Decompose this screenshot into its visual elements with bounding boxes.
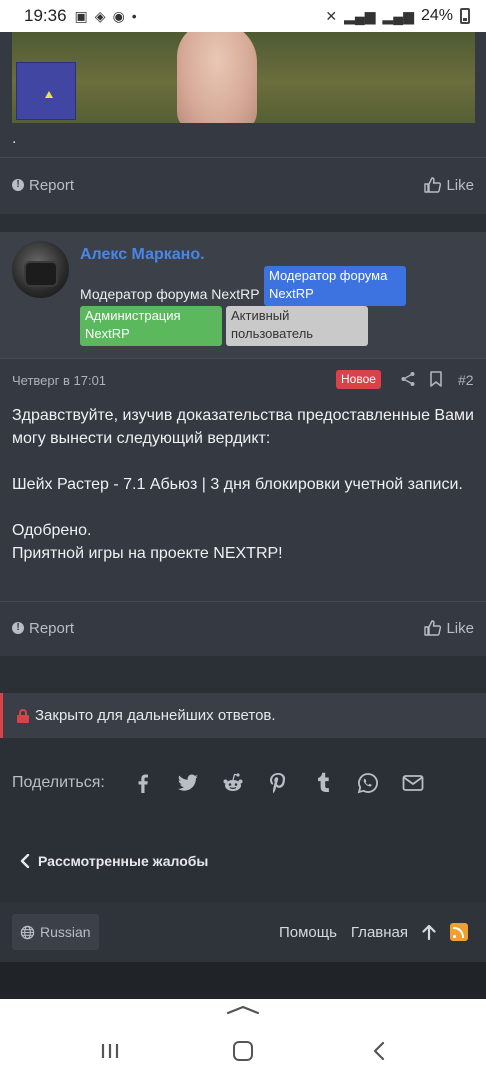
discord-notification-icon: ◉ — [112, 7, 125, 24]
post-body-text: Здравствуйте, изучив доказательства пред… — [12, 407, 474, 562]
globe-icon — [20, 925, 35, 939]
breadcrumb-back-link[interactable]: Рассмотренные жалобы — [20, 853, 208, 869]
footer-links: Помощь Главная — [279, 914, 468, 950]
status-bar: 19:36 ▣ ◈ ◉ • ✕ ▂▄▆ ▂▄▆ 24% — [0, 0, 486, 32]
whatsapp-icon — [358, 773, 379, 794]
email-icon — [402, 775, 424, 791]
closed-notice-text: Закрыто для дальнейших ответов. — [35, 707, 276, 724]
share-tumblr-button[interactable] — [301, 766, 346, 800]
android-navigation-bar — [0, 999, 486, 1080]
divider — [0, 157, 486, 158]
notification-icons: ▣ ◈ ◉ • — [75, 8, 137, 25]
help-link[interactable]: Помощь — [279, 924, 337, 941]
footer-bottom-bar — [0, 962, 486, 999]
more-notifications-icon: • — [131, 8, 137, 24]
post-date[interactable]: Четверг в 17:01 — [12, 373, 106, 388]
share-bar: Поделиться: — [12, 766, 436, 800]
reddit-icon — [223, 773, 243, 791]
recent-apps-icon[interactable] — [100, 1042, 120, 1060]
post-reply: Алекс Маркано. Модератор форума NextRP М… — [0, 232, 486, 656]
alert-icon: ! — [12, 179, 24, 191]
post-number-link[interactable]: #2 — [458, 372, 474, 388]
game-screenshot-image[interactable] — [12, 32, 475, 123]
twitter-icon — [178, 774, 199, 791]
share-facebook-button[interactable] — [121, 766, 166, 800]
active-user-badge: Активный пользователь — [226, 306, 368, 346]
language-selector[interactable]: Russian — [12, 914, 99, 950]
arrow-up-icon[interactable] — [422, 924, 436, 940]
footer: Russian Помощь Главная — [0, 902, 486, 962]
like-label: Like — [446, 176, 474, 194]
like-button[interactable]: Like — [424, 177, 474, 194]
tumblr-icon — [318, 772, 330, 792]
character-figure — [177, 32, 257, 123]
language-label: Russian — [40, 924, 91, 940]
thread-closed-notice: Закрыто для дальнейших ответов. — [0, 693, 486, 738]
like-button[interactable]: Like — [424, 620, 474, 637]
avatar[interactable] — [12, 241, 69, 298]
share-email-button[interactable] — [391, 766, 436, 800]
share-reddit-button[interactable] — [211, 766, 256, 800]
share-twitter-button[interactable] — [166, 766, 211, 800]
post-body: Здравствуйте, изучив доказательства пред… — [12, 404, 474, 565]
moderator-badge: Модератор форума NextRP — [264, 266, 406, 306]
home-link[interactable]: Главная — [351, 924, 408, 941]
post-previous: . ! Report Like — [0, 32, 486, 214]
share-whatsapp-button[interactable] — [346, 766, 391, 800]
thumbs-up-icon — [424, 177, 442, 193]
administration-badge: Администрация NextRP — [80, 306, 222, 346]
battery-icon — [460, 8, 470, 24]
minimap — [16, 62, 76, 120]
share-icon[interactable] — [400, 371, 416, 387]
home-icon[interactable] — [233, 1041, 253, 1061]
report-label: Report — [29, 176, 75, 194]
rss-icon[interactable] — [450, 923, 468, 941]
report-label: Report — [29, 619, 75, 637]
like-label: Like — [446, 619, 474, 637]
status-time: 19:36 — [24, 6, 67, 25]
divider — [0, 358, 486, 359]
battery-percent: 24% — [420, 7, 453, 24]
post-actions: ! Report Like — [0, 163, 486, 207]
post-text: . — [12, 130, 17, 147]
thumbs-up-icon — [424, 620, 442, 636]
breadcrumb-label: Рассмотренные жалобы — [38, 853, 209, 869]
divider — [0, 601, 486, 602]
post-author-header: Алекс Маркано. Модератор форума NextRP М… — [0, 232, 486, 358]
report-link[interactable]: ! Report — [12, 620, 74, 637]
share-label: Поделиться: — [12, 774, 105, 791]
alert-icon: ! — [12, 622, 24, 634]
pinterest-icon — [270, 773, 286, 794]
lock-icon — [17, 708, 29, 723]
signal-4g-icon: ▂▄▆ — [382, 7, 414, 24]
new-badge: Новое — [336, 370, 381, 389]
user-title: Модератор форума NextRP — [80, 286, 260, 302]
username-link[interactable]: Алекс Маркано. — [80, 246, 205, 264]
gallery-notification-icon: ▣ — [74, 7, 88, 24]
gamepad-notification-icon: ◈ — [94, 7, 106, 24]
share-pinterest-button[interactable] — [256, 766, 301, 800]
report-link[interactable]: ! Report — [12, 177, 74, 194]
facebook-icon — [138, 774, 149, 793]
back-icon[interactable] — [372, 1041, 386, 1061]
mute-icon: ✕ — [325, 7, 338, 24]
expand-handle-icon[interactable] — [226, 1005, 260, 1015]
chevron-left-icon — [20, 854, 30, 868]
bookmark-icon[interactable] — [429, 371, 443, 387]
system-icons: ✕ ▂▄▆ ▂▄▆ 24% — [325, 7, 470, 25]
signal-icon: ▂▄▆ — [344, 7, 376, 24]
post-actions: ! Report Like — [0, 606, 486, 650]
